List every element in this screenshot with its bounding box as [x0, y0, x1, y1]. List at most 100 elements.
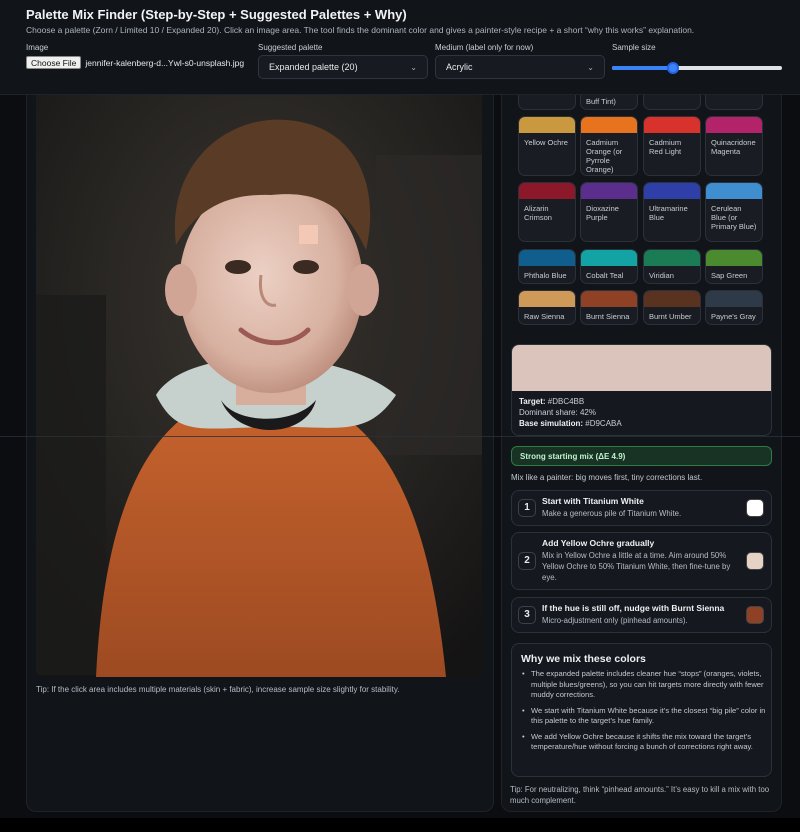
palette-swatch[interactable]: Sap Green — [705, 249, 763, 284]
target-value: #DBC4BB — [547, 397, 585, 406]
chevron-down-icon: ⌄ — [410, 62, 417, 72]
share-label: Dominant share: — [519, 408, 578, 417]
source-photo[interactable] — [36, 95, 482, 677]
base-value: #D9CABA — [585, 419, 622, 428]
why-item: We start with Titanium White because it’… — [521, 706, 767, 727]
neutralizing-tip: Tip: For neutralizing, think “pinhead am… — [510, 785, 770, 805]
palette-swatch[interactable]: Yellow Ochre — [518, 116, 576, 176]
swatch-label: Cobalt Teal — [586, 271, 624, 280]
divider — [0, 436, 800, 437]
base-line: Base simulation: #D9CABA — [519, 419, 622, 428]
palette-select-value: Expanded palette (20) — [269, 62, 358, 72]
sample-marker — [299, 225, 318, 244]
base-label: Base simulation: — [519, 419, 584, 428]
file-picker: Choose File jennifer-kalenberg-d...Ywl-s… — [26, 56, 244, 69]
palette-swatch[interactable]: Ultramarine Blue — [643, 182, 701, 242]
swatch-color-chip — [581, 250, 637, 266]
step-color-chip — [746, 499, 764, 517]
partial-swatch[interactable] — [518, 95, 576, 110]
image-tip: Tip: If the click area includes multiple… — [36, 685, 400, 694]
swatch-label: Buff Tint) — [586, 97, 616, 106]
sample-size-label: Sample size — [612, 43, 656, 52]
palette-swatch[interactable]: Viridian — [643, 249, 701, 284]
palette-swatch[interactable]: Cadmium Orange (or Pyrrole Orange) — [580, 116, 638, 176]
swatch-label: Sap Green — [711, 271, 748, 280]
target-line: Target: #DBC4BB — [519, 397, 584, 406]
swatch-label: Viridian — [649, 271, 674, 280]
swatch-color-chip — [706, 291, 762, 307]
palette-swatch[interactable]: Cerulean Blue (or Primary Blue) — [705, 182, 763, 242]
choose-file-button[interactable]: Choose File — [26, 56, 82, 69]
medium-select[interactable]: Acrylic ⌄ — [435, 55, 605, 79]
swatch-color-chip — [644, 250, 700, 266]
mix-step: 2 Add Yellow Ochre gradually Mix in Yell… — [511, 532, 772, 590]
why-card: Why we mix these colors The expanded pal… — [511, 643, 772, 777]
page-title: Palette Mix Finder (Step-by-Step + Sugge… — [26, 7, 407, 22]
image-label: Image — [26, 43, 49, 52]
slider-thumb[interactable] — [667, 62, 680, 74]
palette-swatch[interactable]: Phthalo Blue — [518, 249, 576, 284]
swatch-label: Burnt Umber — [649, 312, 692, 321]
palette-select[interactable]: Expanded palette (20) ⌄ — [258, 55, 428, 79]
target-label: Target: — [519, 397, 546, 406]
palette-swatch[interactable]: Cobalt Teal — [580, 249, 638, 284]
sample-size-slider[interactable] — [612, 62, 782, 74]
partial-swatch[interactable] — [643, 95, 701, 110]
swatch-label: Raw Sienna — [524, 312, 565, 321]
swatch-label: Alizarin Crimson — [524, 204, 552, 222]
mix-step: 3 If the hue is still off, nudge with Bu… — [511, 597, 772, 633]
mix-quality-badge: Strong starting mix (ΔE 4.9) — [511, 446, 772, 466]
step-color-chip — [746, 552, 764, 570]
palette-swatch[interactable]: Burnt Sienna — [580, 290, 638, 325]
medium-label: Medium (label only for now) — [435, 43, 534, 52]
palette-swatch[interactable]: Raw Sienna — [518, 290, 576, 325]
header: Palette Mix Finder (Step-by-Step + Sugge… — [0, 0, 800, 95]
swatch-color-chip — [706, 183, 762, 199]
why-list: The expanded palette includes cleaner hu… — [521, 669, 767, 758]
step-title: If the hue is still off, nudge with Burn… — [542, 603, 725, 613]
step-title: Add Yellow Ochre gradually — [542, 538, 655, 548]
palette-swatch[interactable]: Alizarin Crimson — [518, 182, 576, 242]
partial-swatch[interactable] — [705, 95, 763, 110]
swatch-label: Cadmium Red Light — [649, 138, 682, 156]
why-title: Why we mix these colors — [521, 653, 646, 665]
swatch-color-chip — [519, 117, 575, 133]
swatch-label: Cerulean Blue (or Primary Blue) — [711, 204, 757, 231]
page-subtitle: Choose a palette (Zorn / Limited 10 / Ex… — [26, 25, 695, 35]
step-number: 2 — [518, 552, 536, 570]
swatch-color-chip — [706, 250, 762, 266]
palette-swatch[interactable]: Dioxazine Purple — [580, 182, 638, 242]
medium-select-value: Acrylic — [446, 62, 473, 72]
swatch-color-chip — [581, 183, 637, 199]
swatch-label: Phthalo Blue — [524, 271, 567, 280]
swatch-color-chip — [644, 291, 700, 307]
step-description: Micro-adjustment only (pinhead amounts). — [542, 616, 688, 625]
swatch-color-chip — [644, 117, 700, 133]
slider-fill — [612, 66, 674, 70]
footer-bar — [0, 818, 800, 832]
file-name: jennifer-kalenberg-d...Ywl-s0-unsplash.j… — [85, 57, 245, 68]
swatch-label: Quinacridone Magenta — [711, 138, 756, 156]
chevron-down-icon: ⌄ — [587, 62, 594, 72]
step-description: Make a generous pile of Titanium White. — [542, 509, 682, 518]
partial-swatch[interactable]: Buff Tint) — [580, 95, 638, 110]
why-item: The expanded palette includes cleaner hu… — [521, 669, 767, 701]
app-window: Palette Mix Finder (Step-by-Step + Sugge… — [0, 0, 800, 832]
painter-instruction: Mix like a painter: big moves first, tin… — [511, 473, 703, 482]
swatch-color-chip — [644, 183, 700, 199]
swatch-color-chip — [581, 117, 637, 133]
palette-swatch[interactable]: Quinacridone Magenta — [705, 116, 763, 176]
palette-swatch[interactable]: Cadmium Red Light — [643, 116, 701, 176]
target-card: Target: #DBC4BB Dominant share: 42% Base… — [511, 344, 772, 436]
step-color-chip — [746, 606, 764, 624]
share-line: Dominant share: 42% — [519, 408, 596, 417]
palette-swatch[interactable]: Burnt Umber — [643, 290, 701, 325]
swatch-label: Yellow Ochre — [524, 138, 568, 147]
mix-step: 1 Start with Titanium White Make a gener… — [511, 490, 772, 526]
step-number: 3 — [518, 606, 536, 624]
palette-swatch[interactable]: Payne's Gray — [705, 290, 763, 325]
why-item: We add Yellow Ochre because it shifts th… — [521, 732, 767, 753]
swatch-label: Cadmium Orange (or Pyrrole Orange) — [586, 138, 623, 174]
swatch-label: Ultramarine Blue — [649, 204, 688, 222]
swatch-label: Dioxazine Purple — [586, 204, 619, 222]
